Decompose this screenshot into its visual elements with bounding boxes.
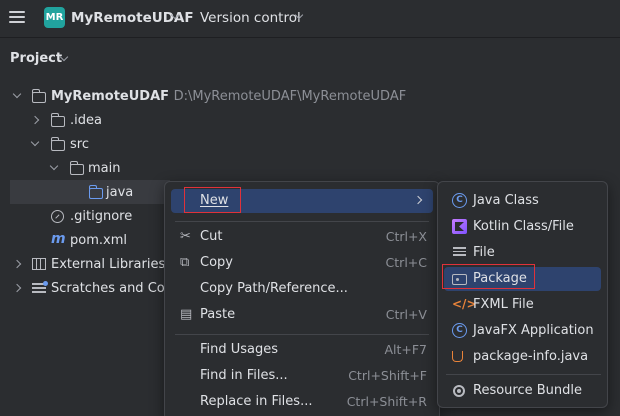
menu-label: Copy: [200, 255, 233, 270]
tree-item-java[interactable]: java: [10, 180, 170, 204]
submenu-item-file[interactable]: File: [444, 241, 601, 265]
menu-item-replace-in-files[interactable]: Replace in Files... Ctrl+Shift+R: [171, 390, 433, 414]
root-name: MyRemoteUDAF: [51, 89, 170, 104]
module-folder-icon: [31, 89, 46, 103]
menu-label: JavaFX Application: [473, 323, 594, 338]
gear-icon: [453, 385, 465, 397]
copy-icon: ⧉: [180, 255, 190, 270]
file-icon: [452, 245, 467, 260]
tree-label: src: [70, 137, 89, 152]
class-icon: C: [452, 193, 467, 208]
root-path: D:\MyRemoteUDAF\MyRemoteUDAF: [173, 89, 407, 104]
menu-label: Java Class: [473, 193, 539, 208]
menu-label: Resource Bundle: [473, 383, 583, 398]
source-folder-icon: [88, 185, 103, 199]
tree-label: External Libraries: [51, 257, 166, 272]
scissors-icon: ✂: [180, 229, 191, 244]
menu-item-paste[interactable]: ▤ Paste Ctrl+V: [171, 303, 433, 327]
submenu-item-package-info[interactable]: package-info.java: [444, 345, 601, 369]
scratches-icon: [32, 281, 48, 295]
expand-arrow-icon[interactable]: [12, 259, 22, 269]
tree-label: main: [88, 161, 121, 176]
shortcut: Ctrl+C: [385, 255, 427, 270]
expand-arrow-icon[interactable]: [12, 283, 22, 293]
menu-label: package-info.java: [473, 349, 589, 364]
project-badge[interactable]: MR: [44, 7, 65, 28]
expand-arrow-icon[interactable]: [12, 89, 22, 99]
highlight-annotation: [184, 187, 241, 213]
menu-item-find-usages[interactable]: Find Usages Alt+F7: [171, 338, 433, 362]
submenu-item-javafx[interactable]: C JavaFX Application: [444, 319, 601, 343]
maven-icon: m: [51, 231, 66, 247]
shortcut: Ctrl+Shift+F: [348, 368, 427, 383]
shortcut: Alt+F7: [384, 342, 427, 357]
submenu-item-java-class[interactable]: C Java Class: [444, 189, 601, 213]
tree-label: .gitignore: [70, 209, 133, 224]
menu-label: Find Usages: [200, 342, 279, 357]
folder-icon: [50, 137, 65, 151]
menu-label: File: [473, 245, 495, 260]
menu-item-cut[interactable]: ✂ Cut Ctrl+X: [171, 225, 433, 249]
expand-arrow-icon[interactable]: [30, 115, 40, 125]
highlight-annotation: [442, 264, 535, 289]
title-bar: MR MyRemoteUDAF Version control: [0, 0, 620, 38]
kotlin-icon: [452, 219, 467, 234]
context-menu: New ✂ Cut Ctrl+X ⧉ Copy Ctrl+C Copy Path…: [164, 181, 440, 416]
menu-item-find-in-files[interactable]: Find in Files... Ctrl+Shift+F: [171, 364, 433, 388]
expand-arrow-icon[interactable]: [49, 161, 59, 171]
menu-label: Kotlin Class/File: [473, 219, 574, 234]
menu-separator: [446, 374, 601, 375]
new-submenu: C Java Class Kotlin Class/File File Pack…: [437, 181, 608, 408]
tree-label: java: [106, 185, 134, 200]
tree-item-main[interactable]: main: [0, 156, 620, 180]
folder-icon: [50, 113, 65, 127]
menu-separator: [175, 334, 429, 335]
menu-label: FXML File: [473, 297, 534, 312]
tree-label: .idea: [70, 113, 102, 128]
menu-item-copy[interactable]: ⧉ Copy Ctrl+C: [171, 251, 433, 275]
version-control-button[interactable]: Version control: [200, 10, 301, 26]
tree-label: Scratches and Cons: [51, 281, 180, 296]
menu-label: Replace in Files...: [200, 394, 313, 409]
submenu-item-fxml[interactable]: </> FXML File: [444, 293, 601, 317]
tree-item-root[interactable]: MyRemoteUDAF D:\MyRemoteUDAF\MyRemoteUDA…: [0, 84, 620, 108]
java-cup-icon: [452, 351, 463, 362]
menu-label: Cut: [200, 229, 223, 244]
class-icon: C: [452, 323, 467, 338]
expand-arrow-icon[interactable]: [30, 137, 40, 147]
submenu-item-kotlin[interactable]: Kotlin Class/File: [444, 215, 601, 239]
shortcut: Ctrl+Shift+R: [346, 394, 427, 409]
code-icon: </>: [452, 297, 477, 311]
paste-icon: ▤: [180, 307, 193, 322]
tree-item-idea[interactable]: .idea: [0, 108, 620, 132]
menu-label: Paste: [200, 307, 236, 322]
tree-item-src[interactable]: src: [0, 132, 620, 156]
chevron-right-icon: [413, 195, 423, 205]
tree-label: pom.xml: [70, 233, 127, 248]
library-icon: [32, 258, 46, 270]
menu-label: Copy Path/Reference...: [200, 281, 348, 296]
submenu-item-resource-bundle[interactable]: Resource Bundle: [444, 379, 601, 403]
menu-item-copy-path[interactable]: Copy Path/Reference...: [171, 277, 433, 301]
ignore-file-icon: [51, 210, 64, 223]
main-menu-icon[interactable]: [9, 11, 25, 25]
folder-icon: [69, 161, 84, 175]
menu-separator: [175, 221, 429, 222]
menu-label: Find in Files...: [200, 368, 288, 383]
shortcut: Ctrl+V: [385, 307, 427, 322]
shortcut: Ctrl+X: [385, 229, 427, 244]
panel-title[interactable]: Project: [10, 51, 62, 66]
